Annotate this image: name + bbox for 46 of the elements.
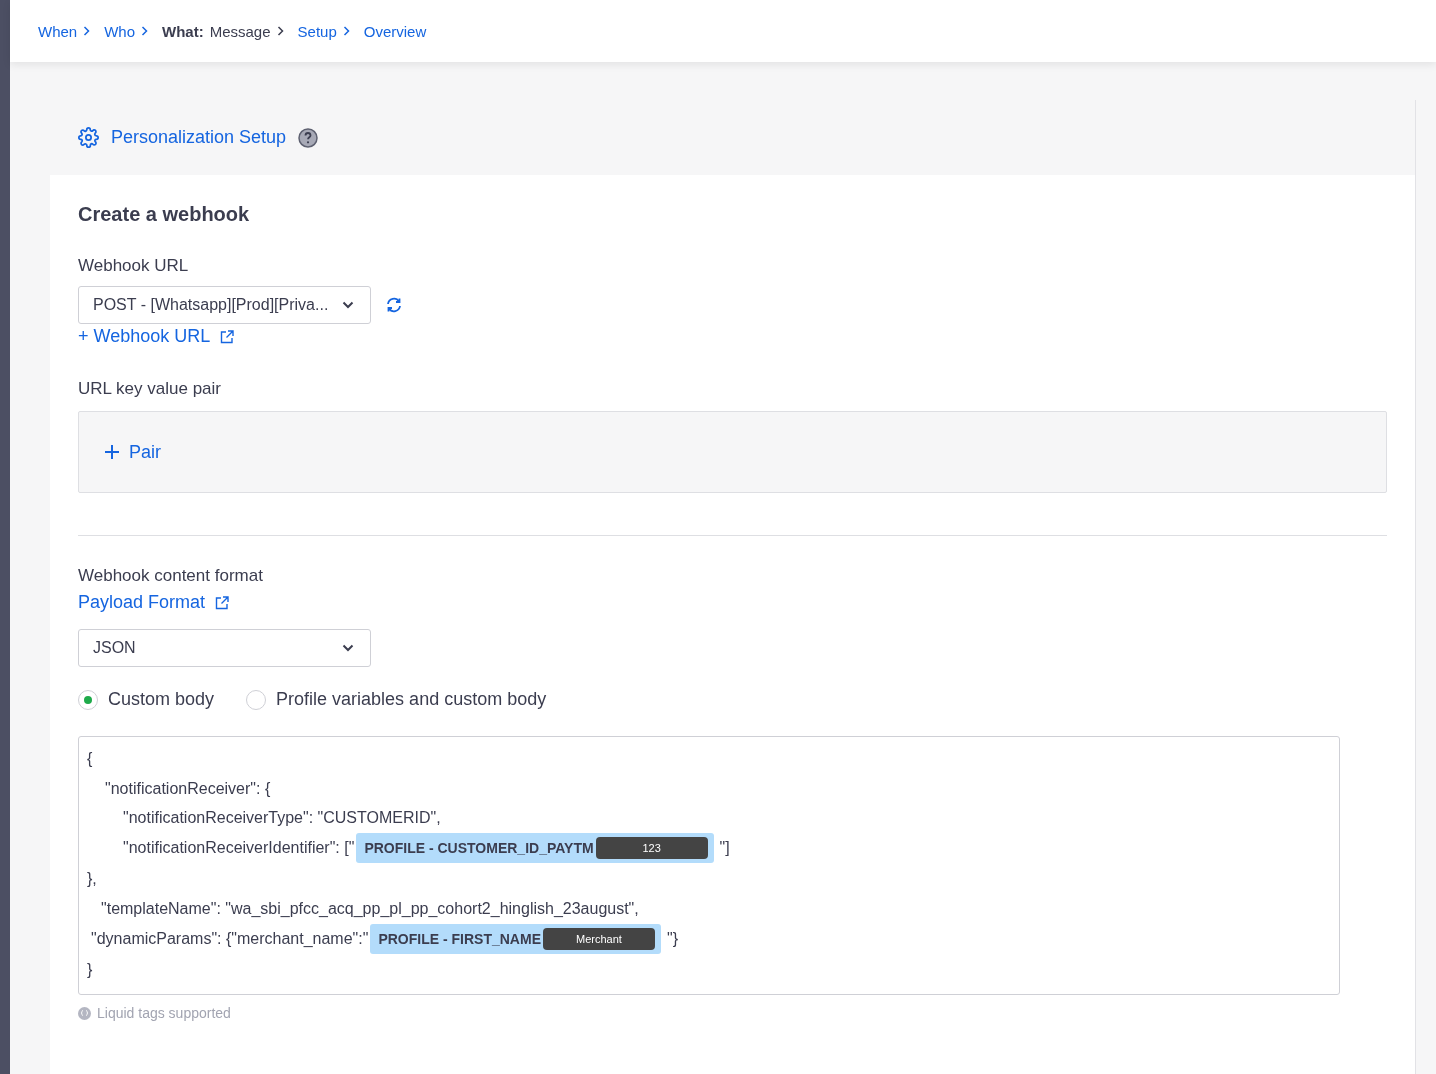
code-text: "notificationReceiverIdentifier": [" (123, 839, 355, 857)
chevron-right-icon (83, 26, 91, 36)
add-webhook-url-link[interactable]: + Webhook URL (78, 326, 235, 347)
code-text: "dynamicParams": {"merchant_name":" (91, 930, 369, 948)
chevron-down-icon (342, 301, 354, 309)
section-title: Personalization Setup (111, 127, 287, 148)
variable-tag[interactable]: PROFILE - CUSTOMER_ID_PAYTM 123 (356, 833, 714, 863)
field-label: URL key value pair (78, 379, 222, 399)
hint-text: Liquid tags supported (97, 1005, 231, 1021)
braces-icon (78, 1006, 91, 1020)
code-text: { (87, 750, 93, 768)
chevron-right-icon (276, 26, 284, 36)
webhook-url-select[interactable]: POST - [Whatsapp][Prod][Priva... (78, 286, 371, 324)
breadcrumb-link[interactable]: Setup (297, 22, 350, 40)
chevron-down-icon (342, 644, 354, 652)
breadcrumb-link[interactable]: What: Message (162, 22, 284, 40)
gear-icon (78, 127, 99, 148)
code-text: }, (87, 870, 97, 888)
plus-icon (105, 445, 119, 459)
code-text: "notificationReceiver": { (105, 779, 271, 798)
format-select[interactable]: JSON (78, 629, 371, 667)
external-link-icon (220, 329, 235, 344)
page-heading: Create a webhook (78, 203, 251, 226)
breadcrumb-link[interactable]: Overview (363, 22, 427, 40)
code-text: "templateName": "wa_sbi_pfcc_acq_pp_pl_pp_cohort2_hinglish_23august", (101, 899, 639, 918)
sample-value: Merchant (542, 928, 655, 950)
code-text: "] (719, 839, 730, 857)
external-link-icon (215, 595, 230, 610)
code-text: } (87, 961, 93, 979)
variable-tag[interactable]: PROFILE - FIRST_NAME Merchant (370, 924, 661, 954)
code-text: "} (666, 930, 678, 948)
radio-option[interactable]: Custom body (78, 689, 215, 710)
chevron-right-icon (141, 26, 149, 36)
payload-format-link[interactable]: Payload Format (78, 592, 230, 613)
refresh-icon[interactable] (385, 297, 403, 313)
add-pair-button[interactable]: Pair (105, 441, 161, 463)
field-label: Webhook URL (78, 256, 190, 276)
help-icon[interactable] (298, 127, 319, 148)
field-label: Webhook content format (78, 566, 264, 586)
code-text: "notificationReceiverType": "CUSTOMERID", (123, 808, 441, 827)
chevron-right-icon (342, 26, 350, 36)
breadcrumb-link[interactable]: Who (104, 22, 149, 40)
breadcrumb-link[interactable]: When (38, 22, 91, 40)
body-editor[interactable] (78, 736, 1340, 995)
radio-option[interactable]: Profile variables and custom body (246, 689, 547, 710)
sample-value: 123 (595, 837, 708, 859)
